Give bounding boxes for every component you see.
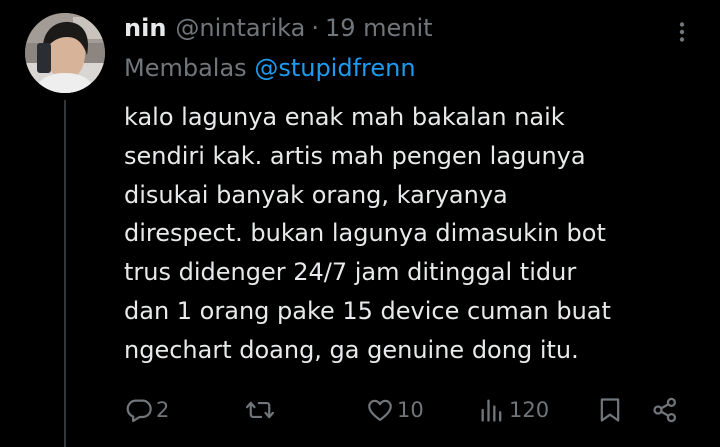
tweet-header: nin @nintarika · 19 menit — [124, 12, 433, 44]
heart-icon — [368, 399, 392, 422]
replying-to-label: Membalas — [124, 54, 247, 82]
timestamp[interactable]: 19 menit — [325, 14, 433, 42]
tweet-text-line: sendiri kak. artis mah pengen lagunya — [124, 141, 586, 170]
like-count: 10 — [397, 398, 424, 422]
more-options-icon[interactable] — [668, 18, 696, 46]
reply-button[interactable]: 2 — [125, 390, 169, 430]
tweet-text-line: dan 1 orang pake 15 device cuman buat — [124, 296, 611, 325]
views-count: 120 — [509, 398, 550, 422]
tweet-text-line: direspect. bukan lagunya dimasukin bot — [124, 219, 606, 248]
tweet-text-line: disukai banyak orang, karyanya — [124, 180, 508, 209]
tweet-text-line: ngechart doang, ga genuine dong itu. — [124, 335, 579, 364]
share-icon — [653, 397, 677, 423]
display-name[interactable]: nin — [124, 14, 166, 42]
user-handle[interactable]: @nintarika — [175, 14, 305, 42]
tweet-text: kalo lagunya enak mah bakalan naik sendi… — [124, 98, 684, 370]
bookmark-button[interactable] — [597, 390, 623, 430]
tweet-text-line: kalo lagunya enak mah bakalan naik — [124, 103, 565, 131]
share-button[interactable] — [651, 390, 679, 430]
bookmark-icon — [600, 398, 620, 422]
like-button[interactable]: 10 — [366, 390, 424, 430]
replying-to: Membalas @stupidfrenn — [124, 54, 416, 82]
tweet-actions-bar: 2 10 120 — [0, 390, 720, 430]
replying-to-mention[interactable]: @stupidfrenn — [254, 54, 415, 82]
reply-count: 2 — [156, 398, 170, 422]
reply-icon — [126, 399, 152, 423]
retweet-button[interactable] — [245, 390, 278, 430]
views-icon — [481, 399, 502, 422]
tweet-text-line: trus didenger 24/7 jam ditinggal tidur — [124, 258, 577, 287]
views-button[interactable]: 120 — [478, 390, 549, 430]
avatar[interactable] — [25, 13, 105, 93]
retweet-icon — [245, 401, 275, 419]
separator-dot: · — [311, 14, 319, 42]
